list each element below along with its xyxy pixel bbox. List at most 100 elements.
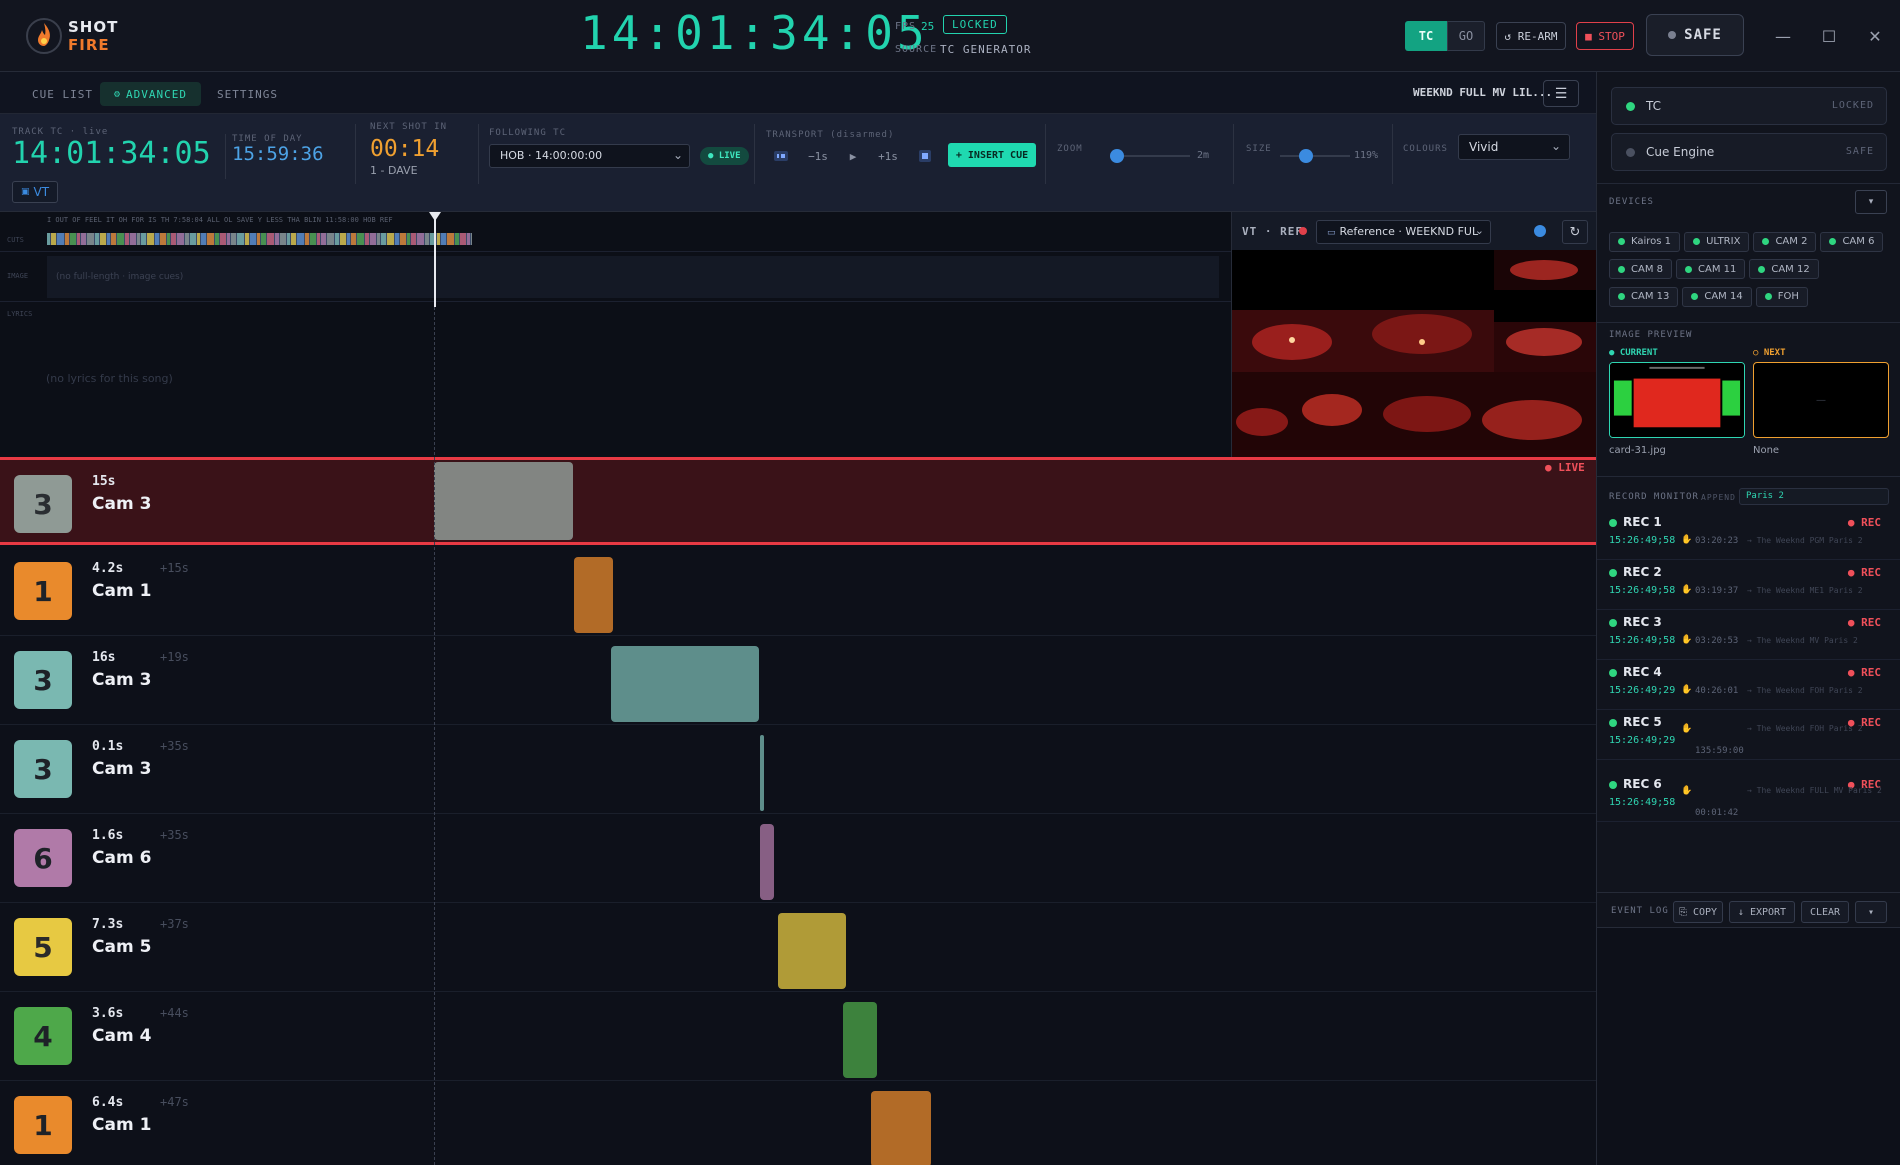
cue-timeline-block[interactable] [871, 1091, 931, 1165]
slider-knob[interactable] [1299, 149, 1313, 163]
cue-timeline-block[interactable] [610, 646, 760, 722]
recorder-timecode: 15:26:49;29 [1609, 685, 1676, 696]
cue-timeline-block[interactable] [778, 913, 846, 989]
tab-advanced[interactable]: ⚙ ADVANCED [100, 82, 202, 106]
play-icon[interactable]: ▶ [842, 145, 864, 167]
forward-1s-button[interactable]: +1s [870, 145, 906, 167]
device-chip[interactable]: FOH [1755, 286, 1808, 307]
go-mode-button[interactable]: GO [1447, 21, 1485, 51]
divider [225, 134, 226, 179]
tab-cue-list[interactable]: CUE LIST [18, 82, 107, 106]
recorder-row[interactable]: REC 1 ● REC 15:26:49;58 ✋ 03:20:23 → The Week… [1597, 510, 1900, 560]
export-log-button[interactable]: ↓ EXPORT [1729, 901, 1795, 923]
device-chip[interactable]: CAM 2 [1753, 231, 1817, 252]
divider [1392, 124, 1393, 184]
tab-settings[interactable]: SETTINGS [203, 82, 292, 106]
skip-start-icon[interactable] [770, 145, 792, 167]
refresh-icon[interactable]: ↻ [1562, 220, 1588, 244]
log-menu-button[interactable]: ▾ [1855, 901, 1887, 923]
vt-volume-knob[interactable] [1534, 225, 1546, 237]
device-chip[interactable]: CAM 13 [1609, 286, 1679, 307]
device-chip[interactable]: Kairos 1 [1609, 231, 1681, 252]
cut-stripe [167, 233, 170, 245]
back-1s-button[interactable]: −1s [800, 145, 836, 167]
cue-row[interactable]: 3 0.1s Cam 3 +35s [0, 725, 1596, 814]
cue-timeline-block[interactable] [759, 824, 775, 900]
following-tc-select[interactable]: HOB · 14:00:00:00 ⌄ [489, 144, 690, 168]
size-slider[interactable] [1280, 146, 1350, 166]
copy-log-button[interactable]: ⎘ COPY [1673, 901, 1723, 923]
song-title[interactable]: WEEKND FULL MV LIL... [1413, 86, 1552, 99]
recorder-status-dot-icon [1609, 619, 1617, 627]
device-chip[interactable]: CAM 11 [1676, 259, 1746, 279]
cue-row[interactable]: 5 7.3s Cam 5 +37s [0, 903, 1596, 992]
rearm-button[interactable]: ↺ RE-ARM [1496, 22, 1566, 50]
stop-button[interactable]: ■ STOP [1576, 22, 1634, 50]
zoom-slider[interactable] [1110, 146, 1190, 166]
insert-cue-button[interactable]: + INSERT CUE [948, 143, 1036, 167]
cue-row[interactable]: 3 16s Cam 3 +19s [0, 636, 1596, 725]
vt-toggle-button[interactable]: ▣ VT [12, 181, 59, 203]
current-image-file: card-31.jpg [1609, 445, 1666, 456]
cut-stripe [351, 233, 356, 245]
cue-row[interactable]: 1 6.4s Cam 1 +47s [0, 1081, 1596, 1165]
recorder-row[interactable]: REC 4 ● REC 15:26:49;29 ✋ 40:26:01 → The Week… [1597, 660, 1900, 710]
device-chip[interactable]: CAM 8 [1609, 259, 1672, 279]
cut-stripe [107, 233, 110, 245]
minimize-icon[interactable]: — [1770, 24, 1796, 48]
recorder-row[interactable]: REC 5 ● REC 15:26:49;29 ✋ 135:59:00 → The Wee… [1597, 710, 1900, 760]
close-icon[interactable]: ✕ [1862, 24, 1888, 48]
cut-stripe [57, 233, 64, 245]
tc-mode-button[interactable]: TC [1405, 21, 1447, 51]
timeline-area[interactable]: CUTS I OUT OF FEEL IT OH FOR IS TH 7:58:… [0, 212, 1231, 457]
device-chip[interactable]: CAM 12 [1749, 259, 1819, 279]
recorder-status-dot-icon [1609, 569, 1617, 577]
maximize-icon[interactable]: ☐ [1816, 24, 1842, 48]
cue-timeline-block[interactable] [573, 557, 613, 633]
device-chip[interactable]: ULTRIX [1684, 231, 1750, 252]
append-field[interactable]: Paris 2 [1739, 488, 1889, 505]
device-chip[interactable]: CAM 14 [1682, 286, 1752, 307]
stop-square-icon[interactable] [914, 145, 936, 167]
hand-icon: ✋ [1681, 685, 1693, 695]
cue-duration: 7.3s [92, 917, 124, 932]
next-image-preview[interactable]: — [1753, 362, 1889, 438]
colours-select[interactable]: Vivid ⌄ [1458, 134, 1570, 160]
safe-button[interactable]: SAFE [1646, 14, 1744, 56]
slider-knob[interactable] [1110, 149, 1124, 163]
vt-title: VT · REF [1242, 225, 1303, 238]
cue-row[interactable]: 6 1.6s Cam 6 +35s [0, 814, 1596, 903]
divider [1233, 124, 1234, 184]
device-chip[interactable]: CAM 6 [1820, 231, 1884, 252]
cut-stripe [275, 233, 279, 245]
recorder-row[interactable]: REC 6 ● REC 15:26:49;58 ✋ 00:01:42 → The Week… [1597, 772, 1900, 822]
cut-stripe [65, 233, 69, 245]
next-image-file: None [1753, 445, 1780, 456]
current-image-preview[interactable] [1609, 362, 1745, 438]
divider [1597, 476, 1900, 477]
event-log-label: EVENT LOG [1611, 906, 1669, 916]
cue-row[interactable]: 4 3.6s Cam 4 +44s [0, 992, 1596, 1081]
vt-video-feed [1232, 250, 1597, 457]
device-status-dot-icon [1758, 265, 1766, 273]
hamburger-menu-icon[interactable]: ☰ [1543, 80, 1579, 107]
cut-stripe [215, 233, 219, 245]
cue-timeline-block[interactable] [759, 735, 764, 811]
cut-stripe [130, 233, 136, 245]
devices-menu-button[interactable]: ▾ [1855, 190, 1887, 214]
image-preview-label: IMAGE PREVIEW [1609, 330, 1693, 340]
device-status-dot-icon [1762, 238, 1770, 245]
cue-timeline-block[interactable] [434, 462, 573, 540]
recorder-row[interactable]: REC 2 ● REC 15:26:49;58 ✋ 03:19:37 → The Week… [1597, 560, 1900, 610]
playhead[interactable] [434, 212, 436, 307]
cue-row-live[interactable]: 3 15s Cam 3 [0, 457, 1596, 545]
cue-row[interactable]: 1 4.2s Cam 1 +15s [0, 547, 1596, 636]
clear-log-button[interactable]: CLEAR [1801, 901, 1849, 923]
lyrics-row-label: LYRICS [7, 310, 33, 318]
cut-stripe [70, 233, 76, 245]
vt-source-select[interactable]: ▭ Reference · WEEKND FUL ⌄ [1316, 220, 1491, 244]
record-dot-icon [1299, 227, 1307, 235]
cue-timeline-block[interactable] [843, 1002, 877, 1078]
recorder-row[interactable]: REC 3 ● REC 15:26:49;58 ✋ 03:20:53 → The Week… [1597, 610, 1900, 660]
recorder-file: → The Weeknd FOH Paris 2 [1747, 686, 1863, 695]
